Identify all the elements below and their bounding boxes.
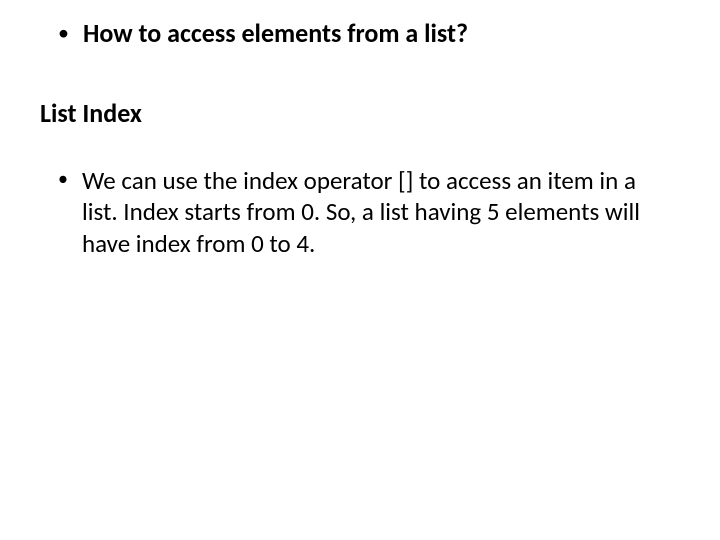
- body-bullet-row: • We can use the index operator [] to ac…: [40, 165, 680, 259]
- heading-question: How to access elements from a list?: [83, 18, 468, 49]
- bullet-icon: •: [58, 165, 68, 193]
- heading-bullet-row: • How to access elements from a list?: [40, 18, 680, 49]
- bullet-icon: •: [58, 18, 69, 48]
- body-text: We can use the index operator [] to acce…: [82, 165, 652, 259]
- subheading: List Index: [40, 97, 680, 129]
